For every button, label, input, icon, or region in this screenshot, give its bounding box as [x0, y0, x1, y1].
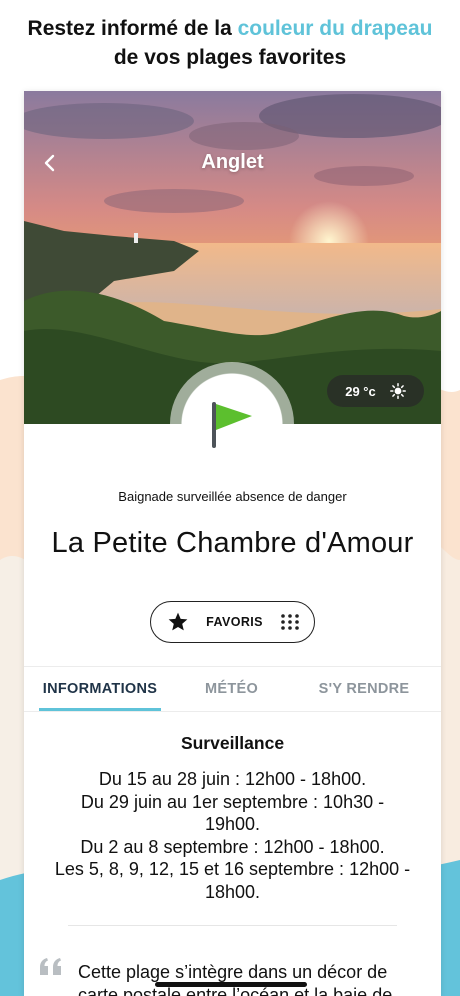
section-divider — [68, 925, 397, 926]
schedule-line: 19h00. — [204, 814, 261, 834]
schedule-line: Du 29 juin au 1er septembre : 10h30 - — [80, 791, 385, 812]
tab-sy-rendre[interactable]: S'Y RENDRE — [304, 667, 424, 711]
tab-meteo[interactable]: MÉTÉO — [184, 667, 279, 711]
schedule-line: Les 5, 8, 9, 12, 15 et 16 septembre : 12… — [54, 859, 411, 879]
schedule-line: Du 2 au 8 septembre : 12h00 - 18h00. — [80, 836, 385, 857]
quote-icon — [40, 958, 61, 975]
schedule-line: Du 15 au 28 juin : 12h00 - 18h00. — [98, 769, 367, 789]
surveillance-title: Surveillance — [180, 733, 285, 753]
location-title: Anglet — [201, 151, 264, 173]
beach-card: Anglet 29 °c Baignade surveillée absence… — [24, 91, 441, 996]
favorites-button[interactable]: FAVORIS — [150, 601, 315, 643]
promo-headline: Restez informé de la couleur du drapeau … — [0, 14, 460, 72]
weather-pill[interactable]: 29 °c — [327, 375, 424, 407]
flag-icon — [212, 402, 252, 448]
flag-badge — [170, 362, 294, 486]
sun-icon — [389, 383, 406, 399]
tab-bar: INFORMATIONS MÉTÉO S'Y RENDRE — [24, 666, 441, 712]
tab-informations[interactable]: INFORMATIONS — [39, 667, 161, 711]
favorites-label: FAVORIS — [206, 615, 263, 629]
home-indicator[interactable] — [155, 982, 307, 987]
beach-name: La Petite Chambre d'Amour — [51, 527, 414, 559]
active-tab-indicator — [39, 708, 161, 711]
grip-dots-icon — [281, 614, 299, 630]
temperature-value: 29 °c — [345, 383, 376, 399]
bathing-status: Baignade surveillée absence de danger — [118, 489, 347, 504]
schedule-line: 18h00. — [204, 881, 261, 902]
headline-text: Restez informé de la — [27, 17, 238, 40]
headline-line2: de vos plages favorites — [113, 46, 347, 69]
surveillance-schedule: Du 15 au 28 juin : 12h00 - 18h00. Du 29 … — [34, 768, 431, 903]
beach-description: Cette plage s’intègre dans un décor de c… — [78, 962, 393, 996]
star-icon — [168, 612, 188, 631]
headline-accent-text: couleur du drapeau — [237, 17, 433, 40]
